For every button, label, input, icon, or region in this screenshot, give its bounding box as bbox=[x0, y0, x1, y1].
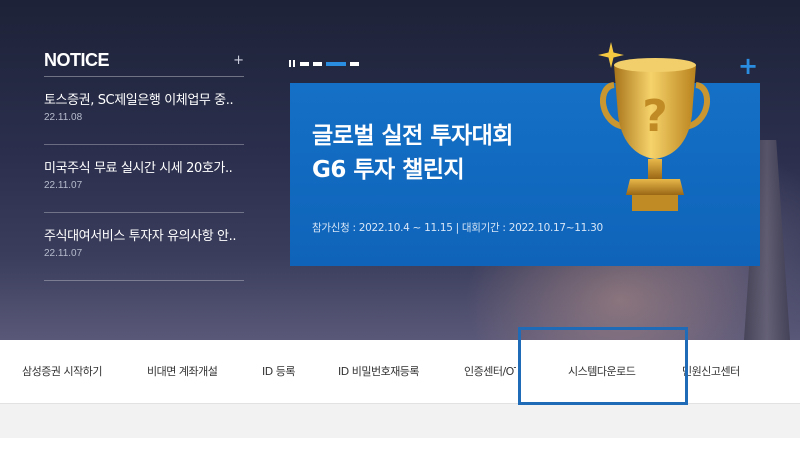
notice-title: NOTICE bbox=[44, 49, 110, 70]
nav-account-opening[interactable]: 비대면 계좌개설 bbox=[147, 340, 218, 403]
notice-item-title[interactable]: 미국주식 무료 실시간 시세 20호가.. bbox=[44, 157, 244, 176]
hero-section: NOTICE + 토스증권, SC제일은행 이체업무 중.. 22.11.08 … bbox=[0, 0, 800, 340]
notice-item[interactable]: 토스증권, SC제일은행 이체업무 중.. 22.11.08 bbox=[44, 77, 244, 145]
banner-title-line2: G6 투자 챌린지 bbox=[312, 157, 465, 183]
content-area bbox=[0, 404, 800, 438]
pager-dot[interactable] bbox=[350, 61, 359, 66]
banner-more-button[interactable]: + bbox=[738, 52, 758, 80]
svg-text:?: ? bbox=[642, 91, 668, 142]
pager-dot[interactable] bbox=[313, 61, 322, 66]
notice-item-title[interactable]: 토스증권, SC제일은행 이체업무 중.. bbox=[44, 89, 244, 108]
nav-id-password-reset[interactable]: ID 비밀번호재등록 bbox=[338, 340, 420, 403]
banner-title-line1: 글로벌 실전 투자대회 bbox=[312, 123, 513, 149]
notice-item[interactable]: 주식대여서비스 투자자 유의사항 안.. 22.11.07 bbox=[44, 213, 244, 281]
notice-item-title[interactable]: 주식대여서비스 투자자 유의사항 안.. bbox=[44, 225, 244, 244]
notice-more-button[interactable]: + bbox=[233, 53, 244, 68]
nav-start-samsung[interactable]: 삼성증권 시작하기 bbox=[22, 340, 102, 403]
banner-subtitle: 참가신청 : 2022.10.4 ~ 11.15 | 대회기간 : 2022.1… bbox=[312, 222, 603, 234]
pager-dot[interactable] bbox=[300, 61, 309, 66]
notice-panel: NOTICE + 토스증권, SC제일은행 이체업무 중.. 22.11.08 … bbox=[44, 44, 244, 281]
banner-title: 글로벌 실전 투자대회 G6 투자 챌린지 bbox=[312, 119, 513, 187]
nav-complaint-center[interactable]: 민원신고센터 bbox=[682, 340, 740, 403]
pager-dot-active[interactable] bbox=[326, 61, 346, 66]
nav-auth-center[interactable]: 인증센터/OTP bbox=[464, 340, 516, 403]
trophy-icon: ? bbox=[600, 58, 710, 211]
notice-item[interactable]: 미국주식 무료 실시간 시세 20호가.. 22.11.07 bbox=[44, 145, 244, 213]
notice-item-date: 22.11.07 bbox=[44, 180, 83, 191]
notice-item-date: 22.11.08 bbox=[44, 112, 83, 123]
notice-header: NOTICE + bbox=[44, 44, 244, 77]
banner-pager bbox=[289, 60, 359, 67]
nav-id-register[interactable]: ID 등록 bbox=[262, 340, 295, 403]
pause-icon[interactable] bbox=[289, 60, 296, 67]
notice-item-date: 22.11.07 bbox=[44, 248, 83, 259]
highlight-box bbox=[518, 327, 688, 405]
